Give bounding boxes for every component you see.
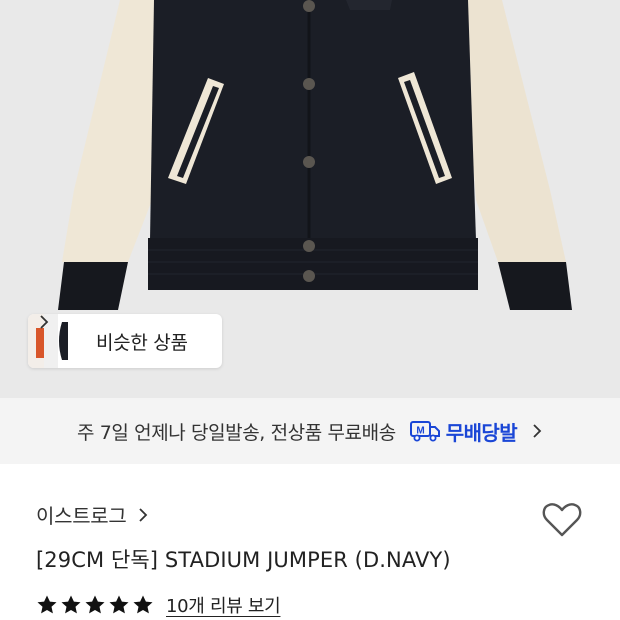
chevron-right-icon xyxy=(40,315,49,329)
brand-name: 이스트로그 xyxy=(36,504,127,528)
chevron-right-icon xyxy=(138,507,147,522)
rating-stars xyxy=(36,594,156,616)
similar-products-label: 비슷한 상품 xyxy=(96,331,188,354)
brand-link[interactable]: 이스트로그 xyxy=(36,500,149,529)
free-shipping-badge: M 무배당발 xyxy=(409,417,518,446)
right-sleeve xyxy=(460,0,566,262)
similar-thumb-3 xyxy=(58,314,88,368)
shipping-text: 주 7일 언제나 당일발송, 전상품 무료배송 xyxy=(76,421,396,444)
right-cuff xyxy=(498,262,572,310)
left-cuff xyxy=(58,262,128,310)
star-icon xyxy=(61,595,81,614)
similar-thumbnails xyxy=(28,314,88,368)
star-icon xyxy=(133,595,153,614)
left-sleeve xyxy=(62,0,160,262)
review-link[interactable]: 10개 리뷰 보기 xyxy=(166,592,281,618)
star-icon xyxy=(109,595,129,614)
shipping-banner[interactable]: 주 7일 언제나 당일발송, 전상품 무료배송 M 무배당발 xyxy=(0,398,620,464)
chevron-right-icon xyxy=(533,424,542,438)
product-title: [29CM 단독] STADIUM JUMPER (D.NAVY) xyxy=(36,548,451,572)
similar-products-button[interactable]: 비슷한 상품 xyxy=(28,314,222,368)
star-icon xyxy=(37,595,57,614)
free-shipping-label: 무배당발 xyxy=(445,420,518,445)
rating-row: 10개 리뷰 보기 xyxy=(36,592,281,618)
truck-icon: M xyxy=(409,421,440,442)
product-image[interactable]: 비슷한 상품 xyxy=(0,0,620,398)
chest-pocket xyxy=(346,0,392,10)
heart-icon[interactable] xyxy=(540,498,584,542)
star-icon xyxy=(85,595,105,614)
